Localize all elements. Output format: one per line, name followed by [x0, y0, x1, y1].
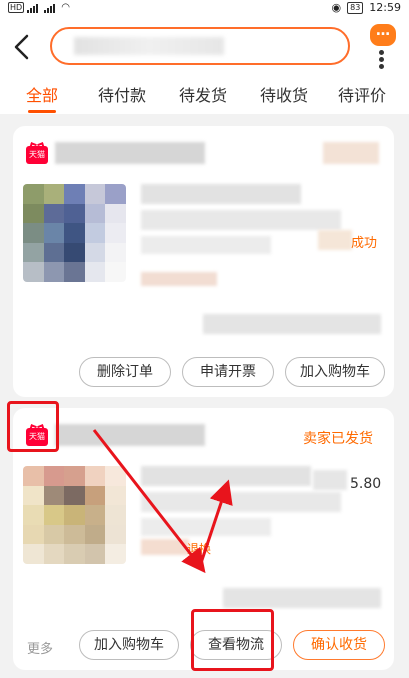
tab-pending-shipment[interactable]: 待发货 [179, 82, 227, 106]
return-tag: 退换 [187, 542, 212, 556]
price-fragment: 5.80 [350, 476, 382, 492]
status-right: ◉ 83 12:59 [332, 1, 402, 14]
product-spec-blurred [141, 236, 271, 254]
order-tabs: 全部 待付款 待发货 待收货 待评价 [0, 76, 409, 114]
price-summary-blurred [223, 588, 381, 608]
tab-all[interactable]: 全部 [26, 82, 58, 106]
confirm-receipt-button[interactable]: 确认收货 [293, 630, 385, 660]
product-thumbnail[interactable] [23, 184, 126, 282]
signal-icon [27, 3, 41, 13]
wifi-icon: ◠ [61, 2, 70, 13]
active-tab-indicator [28, 110, 56, 113]
add-to-cart-button[interactable]: 加入购物车 [285, 357, 385, 387]
status-prefix-blurred [318, 230, 352, 250]
status-left: HD ◠ [8, 2, 70, 13]
view-logistics-button[interactable]: 查看物流 [190, 630, 282, 660]
order-status: 卖家已发货 [303, 431, 373, 447]
more-menu-icon[interactable] [377, 48, 385, 72]
tmall-logo: 天猫 [26, 146, 48, 164]
add-to-cart-button[interactable]: 加入购物车 [79, 630, 179, 660]
hd-indicator: HD [8, 2, 25, 13]
tag-blurred [141, 539, 189, 555]
tab-pending-review[interactable]: 待评价 [338, 82, 386, 106]
tab-pending-receipt[interactable]: 待收货 [260, 82, 308, 106]
search-blurred-text [74, 37, 224, 55]
eye-icon: ◉ [331, 1, 342, 14]
clock: 12:59 [369, 1, 401, 14]
order-card: 天猫 卖家已发货 5.80 退换 更多 加入购物车 查看物流 确认收货 [13, 408, 394, 670]
price-prefix-blurred [313, 470, 347, 490]
product-title-blurred [141, 466, 311, 486]
status-bar: HD ◠ ◉ 83 12:59 [0, 0, 409, 18]
price-summary-blurred [203, 314, 381, 334]
product-title-blurred-2 [141, 492, 341, 512]
search-input[interactable] [50, 27, 350, 65]
product-tag-blurred [141, 272, 217, 286]
request-invoice-button[interactable]: 申请开票 [182, 357, 274, 387]
battery-indicator: 83 [347, 1, 364, 14]
shop-name-blurred [55, 142, 205, 164]
more-link[interactable]: 更多 [27, 638, 53, 657]
back-arrow-icon[interactable] [10, 32, 34, 62]
product-title-blurred [141, 184, 301, 204]
status-blurred [323, 142, 379, 164]
order-status: 成功 [351, 236, 378, 251]
product-title-blurred-2 [141, 210, 341, 230]
tmall-logo: 天猫 [26, 428, 48, 446]
product-spec-blurred [141, 518, 271, 536]
signal-icon-2 [44, 3, 58, 13]
order-card: 天猫 成功 删除订单 申请开票 加入购物车 [13, 126, 394, 397]
shop-name-blurred [55, 424, 205, 446]
delete-order-button[interactable]: 删除订单 [79, 357, 171, 387]
header: … [0, 18, 409, 76]
tab-pending-payment[interactable]: 待付款 [98, 82, 146, 106]
notification-badge[interactable]: … [370, 24, 396, 46]
product-thumbnail[interactable] [23, 466, 126, 564]
